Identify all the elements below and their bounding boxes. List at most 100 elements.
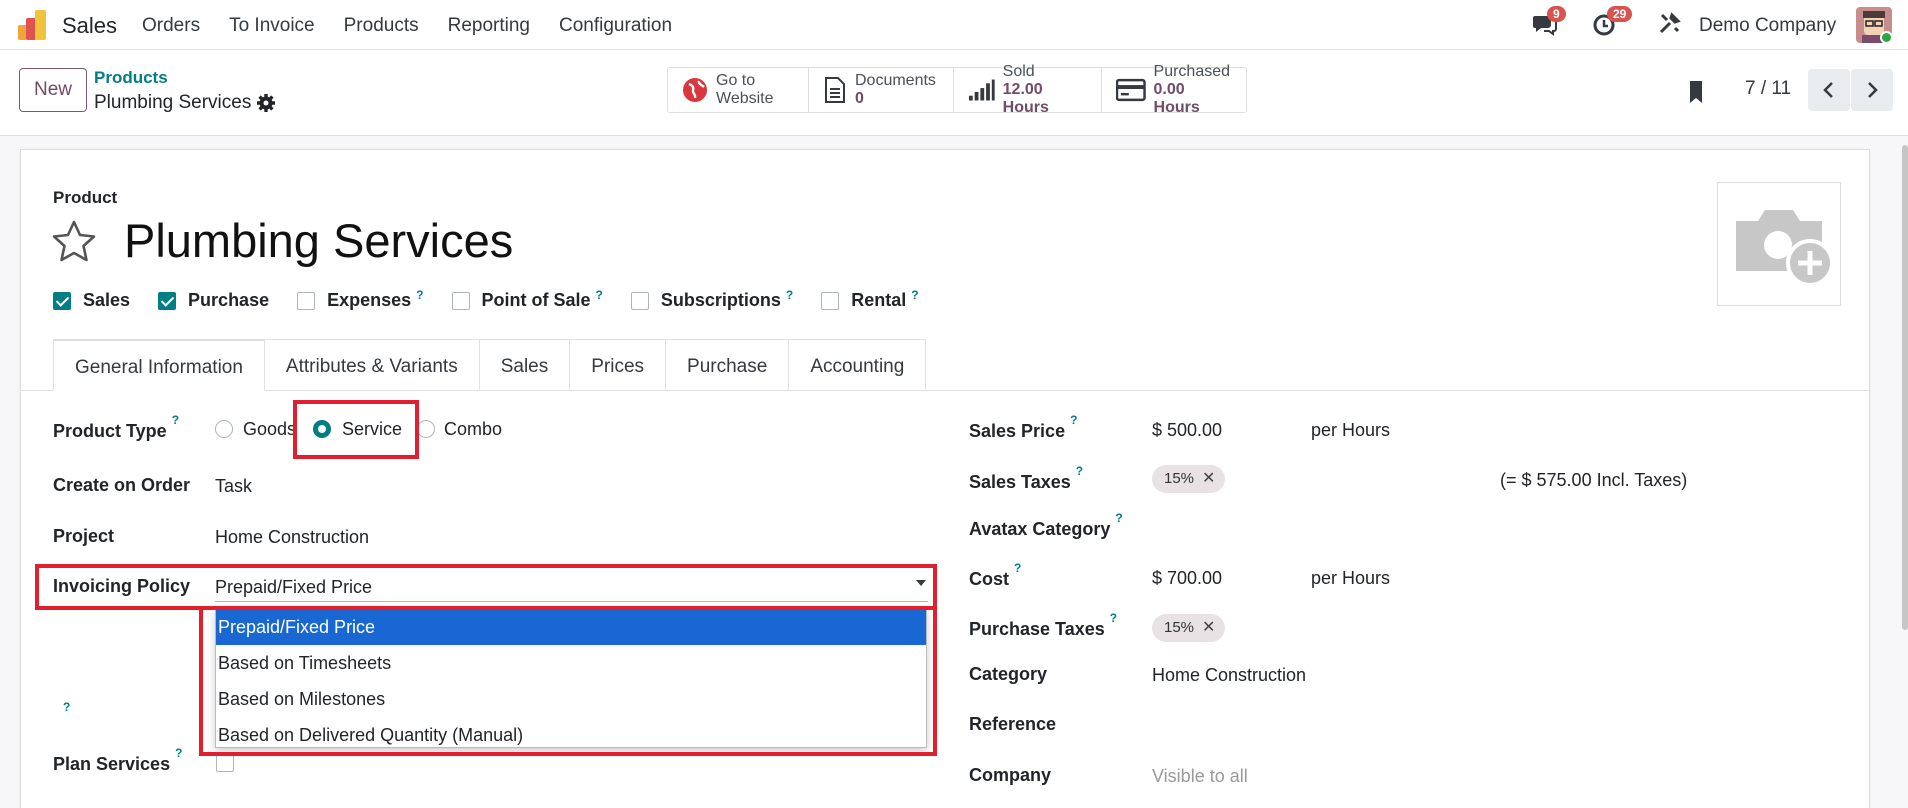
checkbox-subscriptions[interactable]: Subscriptions? xyxy=(630,288,793,311)
sales-price-label: Sales Price? xyxy=(969,413,1078,441)
online-status-icon xyxy=(1880,31,1892,43)
gear-icon[interactable] xyxy=(256,93,276,113)
product-options: Sales Purchase Expenses? Point of Sale? … xyxy=(53,288,947,311)
company-switcher[interactable]: Demo Company xyxy=(1699,15,1836,37)
favorite-star-icon[interactable] xyxy=(51,219,97,263)
help-icon[interactable]: ? xyxy=(175,746,182,760)
product-type-label: Product Type? xyxy=(53,413,180,441)
messages-button[interactable]: 9 xyxy=(1532,6,1566,39)
radio-goods[interactable] xyxy=(215,420,233,438)
cost-field[interactable]: $ 700.00 xyxy=(1152,568,1222,589)
purchased-button[interactable]: Purchased 0.00 Hours xyxy=(1102,63,1246,116)
checkbox-rental[interactable]: Rental? xyxy=(821,288,919,311)
globe-icon xyxy=(683,78,707,102)
product-name-field[interactable]: Plumbing Services xyxy=(124,213,513,268)
invoicing-policy-highlight-box xyxy=(35,564,937,610)
purchase-tax-tag[interactable]: 15% ✕ xyxy=(1152,614,1226,642)
debug-tools-button[interactable] xyxy=(1658,11,1686,39)
smart-documents-label: Documents xyxy=(855,72,936,89)
sales-app-icon[interactable] xyxy=(18,10,48,40)
pager-next-button[interactable] xyxy=(1851,69,1893,111)
document-icon xyxy=(825,77,845,103)
documents-button[interactable]: Documents 0 xyxy=(809,68,954,112)
help-icon[interactable]: ? xyxy=(172,413,179,427)
help-icon[interactable]: ? xyxy=(786,288,793,302)
tab-purchase[interactable]: Purchase xyxy=(666,339,790,391)
bookmark-icon[interactable] xyxy=(1688,80,1704,104)
create-on-order-field[interactable]: Task xyxy=(215,476,252,497)
product-image-upload[interactable] xyxy=(1717,182,1841,306)
project-field[interactable]: Home Construction xyxy=(215,527,369,548)
sales-price-field[interactable]: $ 500.00 xyxy=(1152,420,1222,441)
help-icon[interactable]: ? xyxy=(596,288,603,302)
checkbox-point-of-sale[interactable]: Point of Sale? xyxy=(451,288,603,311)
go-to-website-button[interactable]: Go to Website xyxy=(668,68,809,112)
service-highlight-box xyxy=(293,400,419,459)
help-icon[interactable]: ? xyxy=(911,288,918,302)
checkbox-expenses[interactable]: Expenses? xyxy=(297,288,424,311)
menu-to-invoice[interactable]: To Invoice xyxy=(229,15,315,37)
menu-orders[interactable]: Orders xyxy=(142,15,200,37)
radio-goods-label[interactable]: Goods xyxy=(243,419,296,440)
incl-taxes-text: (= $ 575.00 Incl. Taxes) xyxy=(1500,470,1688,490)
tab-prices[interactable]: Prices xyxy=(570,339,667,391)
category-label: Category xyxy=(969,664,1048,684)
new-button[interactable]: New xyxy=(19,68,87,112)
tab-attributes-variants[interactable]: Attributes & Variants xyxy=(264,339,480,391)
smart-buttons: Go to Website Documents 0 Sold 12.00 Hours … xyxy=(667,63,1247,116)
smart-sold-label: Sold xyxy=(1002,63,1035,80)
help-icon[interactable]: ? xyxy=(416,288,423,302)
app-name[interactable]: Sales xyxy=(62,13,117,39)
checkbox-sales[interactable]: Sales xyxy=(53,290,130,311)
user-avatar[interactable] xyxy=(1856,7,1892,43)
smart-goto-line2: Website xyxy=(716,90,774,107)
menu-products[interactable]: Products xyxy=(344,15,419,37)
help-icon[interactable]: ? xyxy=(1070,413,1077,427)
breadcrumb-products[interactable]: Products xyxy=(94,68,168,88)
create-on-order-label: Create on Order xyxy=(53,475,191,495)
smart-purchased-value: 0.00 Hours xyxy=(1153,81,1200,116)
company-field[interactable]: Visible to all xyxy=(1152,766,1248,787)
help-icon[interactable]: ? xyxy=(1076,464,1083,478)
pager-previous-button[interactable] xyxy=(1808,69,1850,111)
plan-services-label: Plan Services? xyxy=(53,746,183,774)
cost-label: Cost? xyxy=(969,561,1022,589)
tab-general-information[interactable]: General Information xyxy=(53,339,265,391)
radio-combo-label[interactable]: Combo xyxy=(444,419,502,440)
smart-documents-count: 0 xyxy=(855,90,864,107)
chevron-right-icon xyxy=(1868,82,1878,98)
activities-button[interactable]: 29 xyxy=(1592,6,1633,39)
main-menu: Orders To Invoice Products Reporting Con… xyxy=(142,15,672,37)
help-icon[interactable]: ? xyxy=(1110,611,1117,625)
menu-configuration[interactable]: Configuration xyxy=(559,15,672,37)
top-navbar: Sales Orders To Invoice Products Reporti… xyxy=(0,0,1908,50)
add-photo-icon xyxy=(1736,210,1834,287)
tools-icon xyxy=(1659,12,1681,34)
smart-sold-value: 12.00 Hours xyxy=(1002,81,1049,116)
help-icon[interactable]: ? xyxy=(63,700,70,714)
plan-services-checkbox[interactable] xyxy=(216,754,234,772)
sales-tax-tag[interactable]: 15% ✕ xyxy=(1152,465,1226,493)
activities-badge: 29 xyxy=(1607,6,1633,22)
remove-tag-icon[interactable]: ✕ xyxy=(1202,470,1215,487)
pager-value[interactable]: 7 / 11 xyxy=(1745,78,1791,100)
sales-taxes-label: Sales Taxes? xyxy=(969,464,1084,492)
tab-sales[interactable]: Sales xyxy=(479,339,571,391)
menu-reporting[interactable]: Reporting xyxy=(448,15,530,37)
checkbox-purchase[interactable]: Purchase xyxy=(158,290,269,311)
tab-accounting[interactable]: Accounting xyxy=(789,339,927,391)
cost-uom: per Hours xyxy=(1311,568,1391,588)
help-icon[interactable]: ? xyxy=(1014,561,1021,575)
dropdown-highlight-box xyxy=(199,606,937,756)
scrollbar[interactable] xyxy=(1902,145,1908,630)
sold-button[interactable]: Sold 12.00 Hours xyxy=(954,63,1102,116)
category-field[interactable]: Home Construction xyxy=(1152,665,1306,686)
radio-combo[interactable] xyxy=(417,420,435,438)
help-icon[interactable]: ? xyxy=(1115,511,1122,525)
remove-tag-icon[interactable]: ✕ xyxy=(1202,619,1215,636)
control-panel: New Products Plumbing Services Go to Webs… xyxy=(0,50,1908,136)
company-label: Company xyxy=(969,765,1052,785)
avatax-category-label: Avatax Category? xyxy=(969,511,1123,539)
reference-label: Reference xyxy=(969,714,1057,734)
project-label: Project xyxy=(53,526,115,546)
